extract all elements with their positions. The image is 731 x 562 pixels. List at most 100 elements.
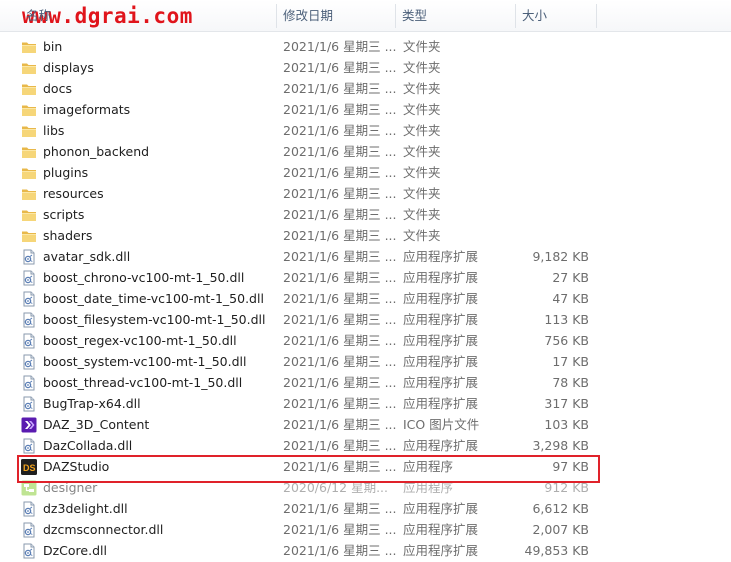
file-name: DAZStudio bbox=[43, 459, 110, 474]
file-type: 应用程序扩展 bbox=[403, 312, 479, 327]
file-row[interactable]: resources 2021/1/6 星期三 ... 文件夹 bbox=[0, 183, 731, 204]
file-row[interactable]: boost_thread-vc100-mt-1_50.dll 2021/1/6 星… bbox=[0, 372, 731, 393]
file-type: 文件夹 bbox=[403, 123, 441, 138]
file-type: 应用程序扩展 bbox=[403, 291, 479, 306]
file-date: 2021/1/6 星期三 ... bbox=[283, 81, 397, 96]
column-divider[interactable] bbox=[515, 4, 516, 28]
file-date: 2021/1/6 星期三 ... bbox=[283, 312, 397, 327]
file-date: 2021/1/6 星期三 ... bbox=[283, 417, 397, 432]
file-size bbox=[519, 162, 589, 183]
folder-icon bbox=[21, 60, 37, 76]
file-date: 2021/1/6 星期三 ... bbox=[283, 438, 397, 453]
file-date: 2021/1/6 星期三 ... bbox=[283, 144, 397, 159]
file-row[interactable]: DazCollada.dll 2021/1/6 星期三 ... 应用程序扩展 3,29… bbox=[0, 435, 731, 456]
column-header-size[interactable]: 大小 bbox=[522, 0, 547, 31]
file-row[interactable]: boost_regex-vc100-mt-1_50.dll 2021/1/6 星期… bbox=[0, 330, 731, 351]
dll-icon bbox=[21, 354, 37, 370]
file-name: phonon_backend bbox=[43, 144, 150, 159]
daz-ico-icon bbox=[21, 417, 37, 433]
designer-icon bbox=[21, 480, 37, 496]
file-row[interactable]: displays 2021/1/6 星期三 ... 文件夹 bbox=[0, 57, 731, 78]
file-name: BugTrap-x64.dll bbox=[43, 396, 141, 411]
folder-icon bbox=[21, 39, 37, 55]
folder-icon bbox=[21, 207, 37, 223]
file-name: DzCore.dll bbox=[43, 543, 107, 558]
file-name: boost_regex-vc100-mt-1_50.dll bbox=[43, 333, 237, 348]
dll-icon bbox=[21, 270, 37, 286]
file-name: bin bbox=[43, 39, 63, 54]
file-name: boost_thread-vc100-mt-1_50.dll bbox=[43, 375, 243, 390]
file-row[interactable]: boost_filesystem-vc100-mt-1_50.dll 2021/1… bbox=[0, 309, 731, 330]
column-header-date[interactable]: 修改日期 bbox=[283, 0, 333, 31]
file-row[interactable]: DS DAZStudio 2021/1/6 星期三 ... 应用程序 97 KB bbox=[0, 456, 731, 477]
file-date: 2021/1/6 星期三 ... bbox=[283, 270, 397, 285]
file-type: 文件夹 bbox=[403, 60, 441, 75]
file-size: 47 KB bbox=[552, 291, 589, 306]
file-row[interactable]: shaders 2021/1/6 星期三 ... 文件夹 bbox=[0, 225, 731, 246]
column-header-type[interactable]: 类型 bbox=[402, 0, 427, 31]
file-name: boost_chrono-vc100-mt-1_50.dll bbox=[43, 270, 245, 285]
file-size: 9,182 KB bbox=[532, 249, 589, 264]
file-date: 2021/1/6 星期三 ... bbox=[283, 207, 397, 222]
file-row[interactable]: DAZ_3D_Content 2021/1/6 星期三 ... ICO 图片文件 10… bbox=[0, 414, 731, 435]
file-row[interactable]: imageformats 2021/1/6 星期三 ... 文件夹 bbox=[0, 99, 731, 120]
file-name: boost_filesystem-vc100-mt-1_50.dll bbox=[43, 312, 266, 327]
column-divider[interactable] bbox=[395, 4, 396, 28]
column-header-name[interactable]: 名称 bbox=[26, 0, 51, 31]
file-size: 17 KB bbox=[552, 354, 589, 369]
dll-icon bbox=[21, 249, 37, 265]
file-type: 文件夹 bbox=[403, 165, 441, 180]
file-size bbox=[519, 99, 589, 120]
file-size bbox=[519, 183, 589, 204]
dll-icon bbox=[21, 396, 37, 412]
file-size: 113 KB bbox=[544, 312, 589, 327]
file-row[interactable]: boost_chrono-vc100-mt-1_50.dll 2021/1/6 星… bbox=[0, 267, 731, 288]
column-header-bar: www.dgrai.com 名称 修改日期 类型 大小 bbox=[0, 0, 731, 32]
file-row[interactable]: plugins 2021/1/6 星期三 ... 文件夹 bbox=[0, 162, 731, 183]
file-name: dz3delight.dll bbox=[43, 501, 128, 516]
file-date: 2021/1/6 星期三 ... bbox=[283, 228, 397, 243]
file-row[interactable]: boost_system-vc100-mt-1_50.dll 2021/1/6 星… bbox=[0, 351, 731, 372]
file-row[interactable]: boost_date_time-vc100-mt-1_50.dll 2021/1/… bbox=[0, 288, 731, 309]
file-date: 2021/1/6 星期三 ... bbox=[283, 354, 397, 369]
file-date: 2021/1/6 星期三 ... bbox=[283, 459, 397, 474]
folder-icon bbox=[21, 81, 37, 97]
file-name: avatar_sdk.dll bbox=[43, 249, 131, 264]
file-row[interactable]: designer 2020/6/12 星期... 应用程序 912 KB bbox=[0, 477, 731, 498]
file-size: 49,853 KB bbox=[524, 543, 589, 558]
file-type: 文件夹 bbox=[403, 81, 441, 96]
file-row[interactable]: bin 2021/1/6 星期三 ... 文件夹 bbox=[0, 36, 731, 57]
file-type: 应用程序 bbox=[403, 480, 454, 495]
folder-icon bbox=[21, 123, 37, 139]
file-row[interactable]: BugTrap-x64.dll 2021/1/6 星期三 ... 应用程序扩展 317… bbox=[0, 393, 731, 414]
file-type: 应用程序扩展 bbox=[403, 501, 479, 516]
dll-icon bbox=[21, 333, 37, 349]
file-row[interactable]: DzCore.dll 2021/1/6 星期三 ... 应用程序扩展 49,853 K… bbox=[0, 540, 731, 561]
file-row[interactable]: dz3delight.dll 2021/1/6 星期三 ... 应用程序扩展 6,61… bbox=[0, 498, 731, 519]
column-divider[interactable] bbox=[276, 4, 277, 28]
file-row[interactable]: avatar_sdk.dll 2021/1/6 星期三 ... 应用程序扩展 9,18… bbox=[0, 246, 731, 267]
file-row[interactable]: phonon_backend 2021/1/6 星期三 ... 文件夹 bbox=[0, 141, 731, 162]
file-date: 2021/1/6 星期三 ... bbox=[283, 60, 397, 75]
column-divider[interactable] bbox=[596, 4, 597, 28]
file-date: 2021/1/6 星期三 ... bbox=[283, 186, 397, 201]
file-date: 2021/1/6 星期三 ... bbox=[283, 396, 397, 411]
file-size bbox=[519, 120, 589, 141]
file-type: 应用程序扩展 bbox=[403, 543, 479, 558]
file-row[interactable]: scripts 2021/1/6 星期三 ... 文件夹 bbox=[0, 204, 731, 225]
file-name: resources bbox=[43, 186, 104, 201]
file-date: 2021/1/6 星期三 ... bbox=[283, 102, 397, 117]
file-name: docs bbox=[43, 81, 72, 96]
dll-icon bbox=[21, 522, 37, 538]
file-row[interactable]: dzcmsconnector.dll 2021/1/6 星期三 ... 应用程序扩展… bbox=[0, 519, 731, 540]
file-date: 2021/1/6 星期三 ... bbox=[283, 375, 397, 390]
file-size: 317 KB bbox=[544, 396, 589, 411]
file-date: 2021/1/6 星期三 ... bbox=[283, 333, 397, 348]
file-type: 应用程序扩展 bbox=[403, 396, 479, 411]
file-date: 2021/1/6 星期三 ... bbox=[283, 291, 397, 306]
file-name: designer bbox=[43, 480, 98, 495]
file-row[interactable]: libs 2021/1/6 星期三 ... 文件夹 bbox=[0, 120, 731, 141]
folder-icon bbox=[21, 165, 37, 181]
file-row[interactable]: docs 2021/1/6 星期三 ... 文件夹 bbox=[0, 78, 731, 99]
file-date: 2021/1/6 星期三 ... bbox=[283, 123, 397, 138]
